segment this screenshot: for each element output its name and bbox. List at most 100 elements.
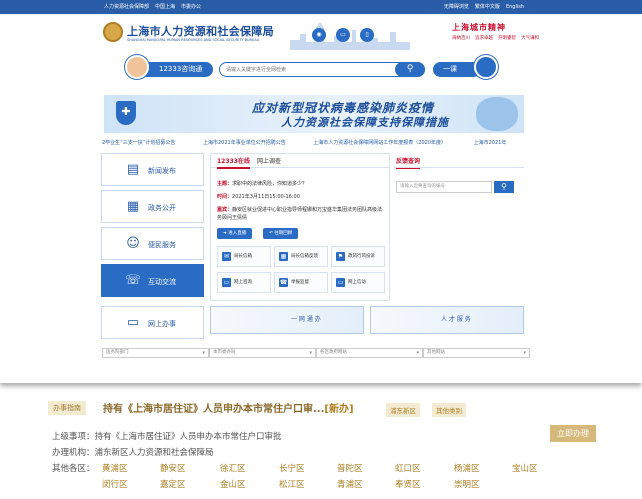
service-label: 举报监督 — [291, 280, 309, 285]
top-link[interactable]: English — [506, 0, 524, 14]
talent-service-strip[interactable]: 人 才 服 务 — [370, 306, 524, 334]
top-link[interactable]: 市委办公 — [181, 0, 201, 14]
yike-avatar — [474, 55, 498, 79]
covid-banner[interactable]: ✚ 应对新型冠状病毒感染肺炎疫情 人力资源社会保障支持保障措施 — [104, 95, 524, 133]
search-icon[interactable]: ⚲ — [395, 62, 425, 77]
superior-value: 持有《上海市居住证》人员申办本市常住户口审批 — [94, 432, 282, 442]
nav-public-service[interactable]: ☺ 便民服务 — [101, 227, 204, 260]
guest-label: 嘉宾： — [217, 207, 233, 213]
district-link[interactable]: 长宁区 — [279, 462, 305, 474]
district-link[interactable]: 徐汇区 — [220, 462, 246, 474]
top-link[interactable]: 人力资源社会保障部 — [104, 0, 149, 14]
service-label: 网上信访 — [348, 280, 366, 285]
enter-live-button[interactable]: ➜ 进入直播 — [217, 228, 253, 239]
global-search: ⚲ — [219, 62, 425, 77]
talent-label: 人 才 服 务 — [441, 316, 471, 323]
mobile-icon[interactable]: ▯ — [360, 28, 374, 42]
guide-headline[interactable]: 持有《上海市居住证》人员申办本市常住户口审...[新办] — [103, 400, 354, 415]
district-link[interactable]: 闵行区 — [102, 478, 128, 490]
top-bar: 人力资源社会保障部 中国上海 市委办公 无障碍浏览 繁体中文版 English — [0, 0, 642, 14]
district-link[interactable]: 崇明区 — [454, 478, 480, 490]
service-label: 局长信箱 — [234, 254, 252, 259]
enter-live-label: 进入直播 — [228, 231, 247, 236]
consult-icon: ▭ — [222, 278, 231, 287]
org-value: 浦东新区人力资源和社会保障局 — [94, 448, 214, 458]
link-select-other[interactable]: 其他网站 — [423, 348, 530, 358]
district-link[interactable]: 青浦区 — [337, 478, 363, 490]
district-link[interactable]: 普陀区 — [337, 462, 363, 474]
shield-icon: ✚ — [116, 101, 136, 125]
nav-label: 新闻发布 — [148, 167, 176, 175]
user-icon: ☺ — [126, 236, 140, 251]
slogan: 开明睿智 — [498, 36, 516, 41]
nav-interaction[interactable]: ☏ 互动交流 — [101, 264, 204, 297]
tab-12333-online[interactable]: 12333在线 — [217, 156, 250, 169]
district-link[interactable]: 松江区 — [279, 478, 305, 490]
superior-item-row: 上级事项：持有《上海市居住证》人员申办本市常住户口审批 — [52, 430, 282, 442]
service-label: 网上咨询 — [234, 280, 252, 285]
chat-icon: ☏ — [124, 273, 142, 288]
theme-text[interactable]: 求职中的法律风险，你知道多少？ — [232, 181, 307, 187]
interaction-panel: 12333在线 网上调查 主题：求职中的法律风险，你知道多少？ 时间：2021年… — [210, 153, 390, 301]
nav-news[interactable]: ▤ 新闻发布 — [101, 153, 204, 186]
org-label: 办理机构： — [52, 448, 95, 458]
slogan: 大气谦和 — [521, 36, 539, 41]
search-input[interactable] — [226, 65, 386, 75]
district-link[interactable]: 嘉定区 — [160, 478, 186, 490]
top-link[interactable]: 中国上海 — [155, 0, 175, 14]
service-director-mailbox[interactable]: ✉ 局长信箱 — [217, 246, 271, 267]
one-net-label: 一 网 通 办 — [291, 316, 321, 323]
lungs-graphic — [476, 97, 518, 131]
district-link[interactable]: 虹口区 — [395, 462, 421, 474]
site-subtitle: SHANGHAI MUNICIPAL HUMAN RESOURCES AND S… — [127, 38, 260, 42]
link-select-municipal[interactable]: 本市委办局 — [209, 348, 316, 358]
service-petition[interactable]: ▭ 网上信访 — [331, 272, 385, 293]
district-link[interactable]: 杨浦区 — [454, 462, 480, 474]
mail-icon: ✉ — [222, 252, 231, 261]
complaint-icon: ⚑ — [336, 252, 345, 261]
time-row: 时间：2021年3月11日15:00-16:00 — [217, 193, 300, 200]
desktop-icon[interactable]: ▭ — [336, 28, 350, 42]
weibo-icon[interactable]: ◉ — [312, 28, 326, 42]
query-number-input[interactable]: 请输入您要查询的编号 — [396, 181, 492, 193]
service-online-consult[interactable]: ▭ 网上咨询 — [217, 272, 271, 293]
slogan: 追求卓越 — [475, 36, 493, 41]
apply-now-button[interactable]: 立即办理 — [550, 425, 596, 442]
district-chip[interactable]: 浦东新区 — [386, 403, 420, 417]
category-chip[interactable]: 其他类别 — [432, 403, 466, 417]
district-link[interactable]: 宝山区 — [512, 462, 538, 474]
service-label: 局长信箱反馈 — [291, 254, 318, 259]
feedback-icon: ▦ — [279, 252, 288, 261]
news-icon: ▤ — [126, 162, 140, 177]
city-spirit-slogans: 海纳百川 追求卓越 开明睿智 大气谦和 — [452, 35, 539, 41]
service-report[interactable]: ☎ 举报监督 — [274, 272, 328, 293]
review-button[interactable]: ↶ 往期回顾 — [263, 228, 299, 239]
ticker-item[interactable]: 上海市人力资源社会保障网网站工作年度报表（2020年度） — [313, 140, 446, 146]
nav-label: 便民服务 — [148, 241, 176, 249]
one-net-service-strip[interactable]: 一 网 通 办 — [210, 306, 364, 334]
time-label: 时间： — [217, 194, 233, 200]
banner-line-2: 人力资源社会保障支持保障措施 — [281, 116, 449, 129]
ticker-item[interactable]: 2毕业生“三支一扶”计划招募公告 — [102, 140, 175, 146]
search-icon[interactable]: ⚲ — [494, 181, 514, 193]
link-select-district[interactable]: 各区政府网站 — [316, 348, 423, 358]
guest-text: 静安区就业促进中心职业指导师程娜和万宝盛华集团法务团队高级法务顾问王倩倩 — [217, 207, 383, 221]
district-link[interactable]: 黄浦区 — [102, 462, 128, 474]
monitor-icon: ▭ — [126, 315, 140, 330]
nav-gov-affairs[interactable]: ▦ 政务公开 — [101, 190, 204, 223]
top-link[interactable]: 繁体中文版 — [475, 0, 500, 14]
district-link[interactable]: 奉贤区 — [395, 478, 421, 490]
nav-online-service[interactable]: ▭ 网上办事 — [101, 306, 204, 339]
district-link[interactable]: 金山区 — [220, 478, 246, 490]
district-link[interactable]: 静安区 — [160, 462, 186, 474]
ticker-item[interactable]: 上海市2021年事业单位公开招聘公告 — [203, 140, 286, 146]
service-complaint[interactable]: ⚑ 政风行风投诉 — [331, 246, 385, 267]
skyline-graphic — [290, 22, 410, 50]
top-link[interactable]: 无障碍浏览 — [444, 0, 469, 14]
link-select-state-council[interactable]: 国务院部门 — [102, 348, 209, 358]
ticker-item[interactable]: 上海市2021年 — [474, 140, 507, 146]
bureau-logo[interactable] — [103, 22, 123, 42]
review-label: 往期回顾 — [274, 231, 293, 236]
service-mailbox-feedback[interactable]: ▦ 局长信箱反馈 — [274, 246, 328, 267]
tab-online-survey[interactable]: 网上调查 — [257, 156, 281, 165]
